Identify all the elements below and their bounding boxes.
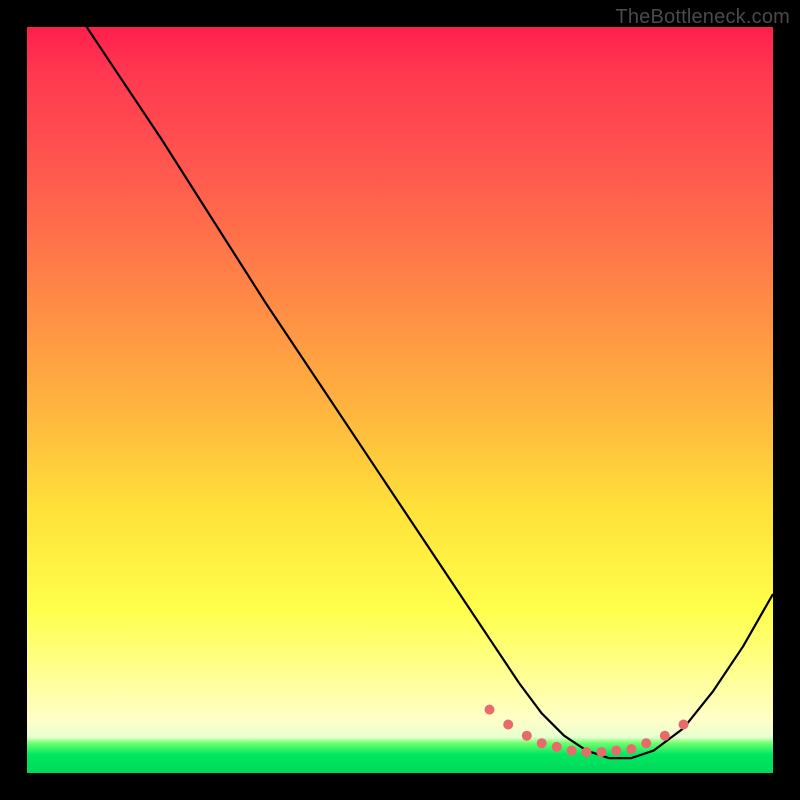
highlight-dots-group [485,705,689,758]
curve-svg [27,27,773,773]
bottleneck-curve-path [87,27,773,758]
watermark-text: TheBottleneck.com [615,6,790,29]
highlight-dot [503,720,513,730]
highlight-dot [626,744,636,754]
highlight-dot [641,738,651,748]
highlight-dot [522,731,532,741]
highlight-dot [660,731,670,741]
highlight-dot [485,705,495,715]
highlight-dot [596,747,606,757]
highlight-dot [567,746,577,756]
highlight-dot [611,746,621,756]
plot-area [27,27,773,773]
chart-frame: TheBottleneck.com [0,0,800,800]
highlight-dot [582,747,592,757]
highlight-dot [537,738,547,748]
highlight-dot [552,742,562,752]
highlight-dot [679,720,689,730]
